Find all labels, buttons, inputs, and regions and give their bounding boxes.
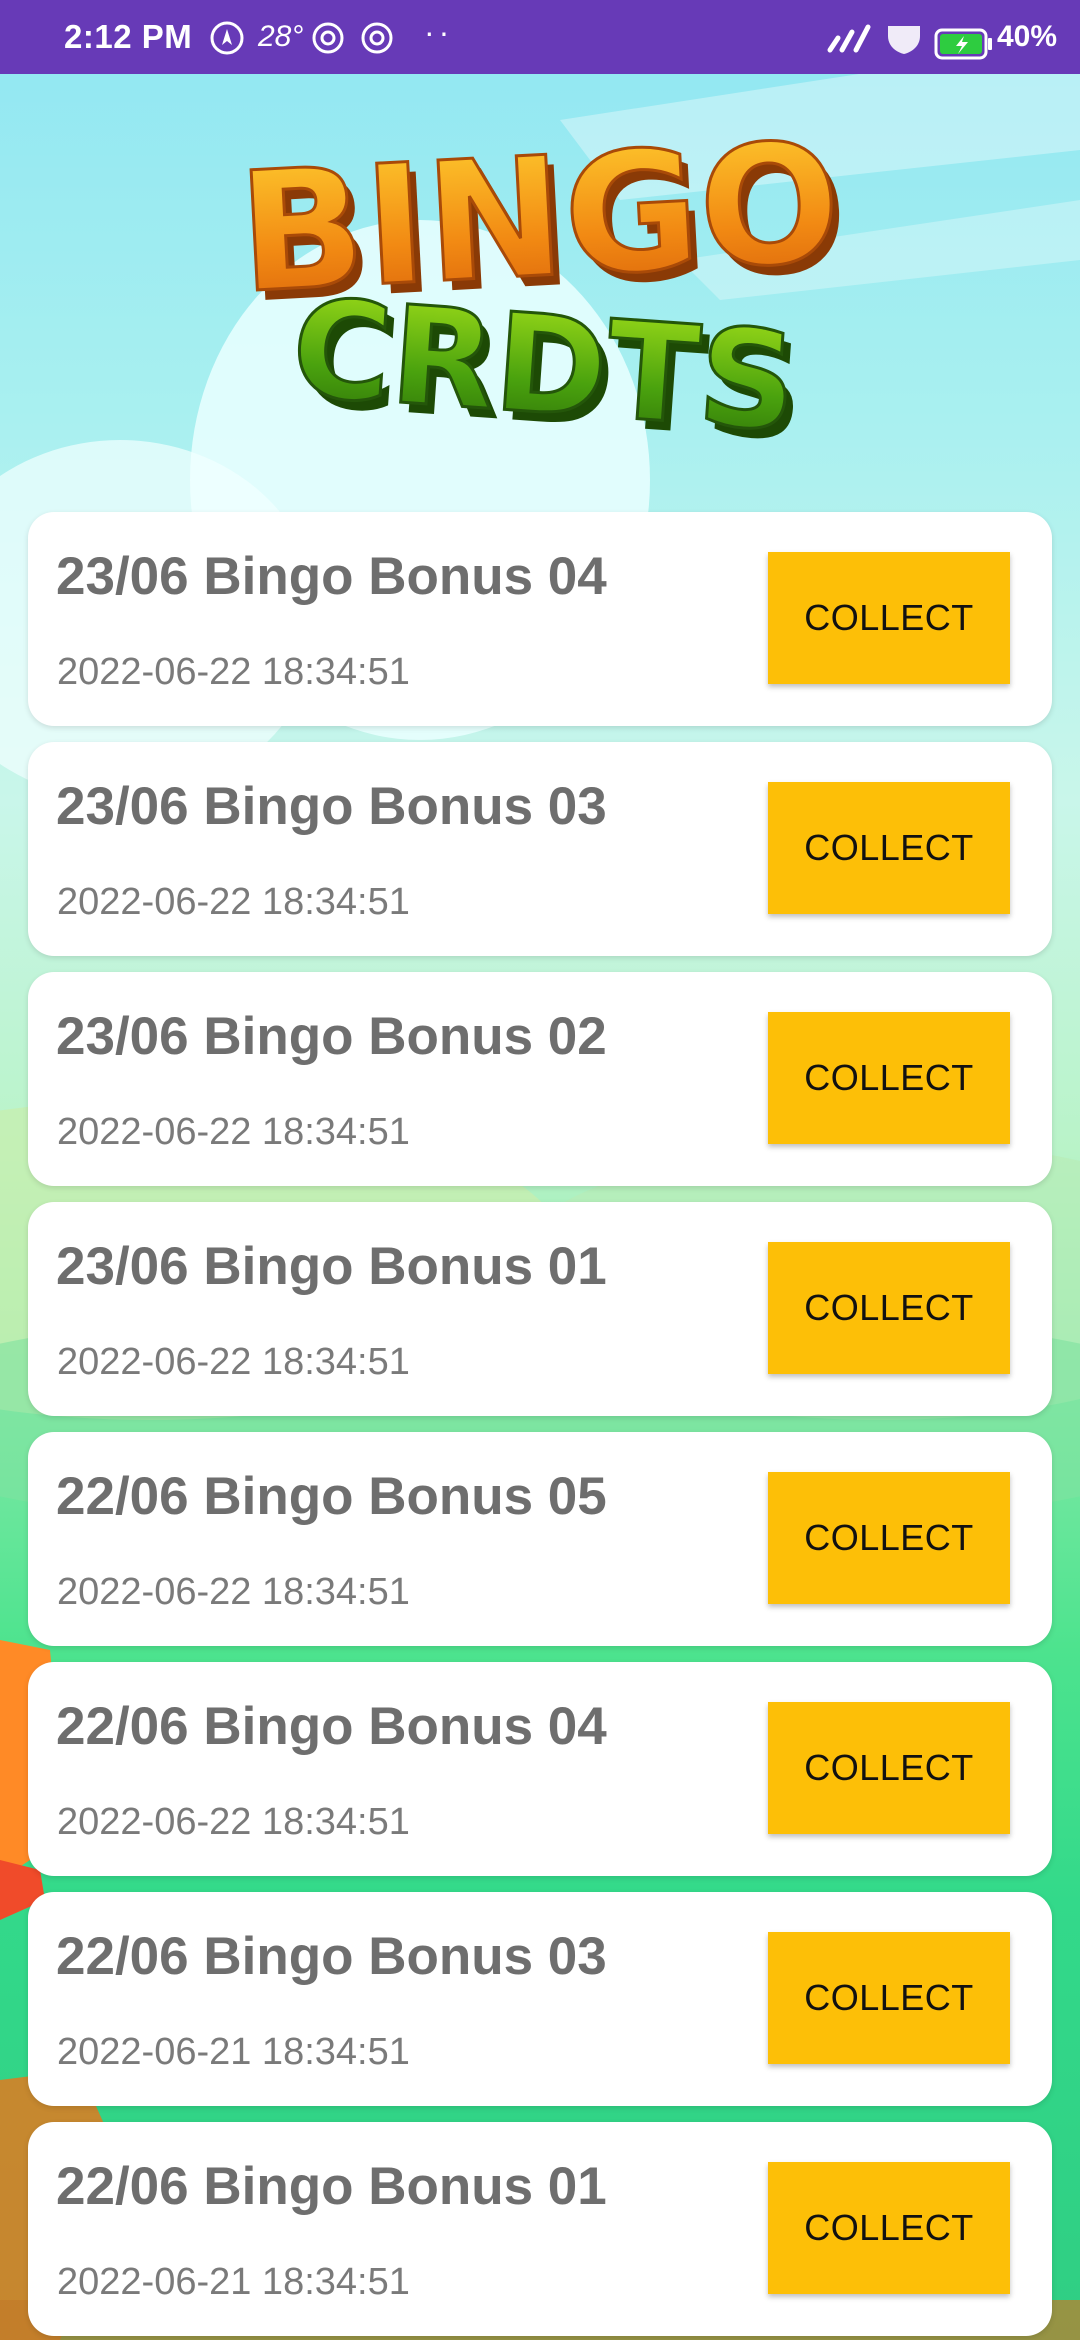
collect-button[interactable]: COLLECT [768, 1932, 1010, 2064]
reward-date: 2022-06-22 18:34:51 [57, 881, 410, 923]
reward-title: 22/06 Bingo Bonus 01 [56, 2157, 607, 2216]
reward-card: 23/06 Bingo Bonus 01 2022-06-22 18:34:51… [28, 1202, 1052, 1416]
status-temperature: 28° [258, 20, 304, 53]
reward-title: 22/06 Bingo Bonus 04 [56, 1697, 607, 1756]
reward-date: 2022-06-22 18:34:51 [57, 651, 410, 693]
reward-title: 23/06 Bingo Bonus 02 [56, 1007, 607, 1066]
collect-button[interactable]: COLLECT [768, 1012, 1010, 1144]
reward-date: 2022-06-22 18:34:51 [57, 1571, 410, 1613]
reward-card: 22/06 Bingo Bonus 01 2022-06-21 18:34:51… [28, 2122, 1052, 2336]
bingo-crdts-logo: BINGO BINGO CRDTS CRDTS [170, 100, 930, 472]
reward-date: 2022-06-22 18:34:51 [57, 1801, 410, 1843]
collect-button[interactable]: COLLECT [768, 1702, 1010, 1834]
reward-title: 22/06 Bingo Bonus 05 [56, 1467, 607, 1526]
navigation-icon [210, 21, 244, 60]
shield-icon [884, 22, 924, 61]
reward-title: 23/06 Bingo Bonus 01 [56, 1237, 607, 1296]
reward-card: 23/06 Bingo Bonus 04 2022-06-22 18:34:51… [28, 512, 1052, 726]
reward-title: 23/06 Bingo Bonus 03 [56, 777, 607, 836]
status-overflow: ·· [424, 14, 454, 50]
reward-title: 23/06 Bingo Bonus 04 [56, 547, 607, 606]
signal-icon [826, 24, 882, 59]
collect-button[interactable]: COLLECT [768, 1472, 1010, 1604]
status-time: 2:12 PM [64, 18, 193, 55]
collect-button[interactable]: COLLECT [768, 2162, 1010, 2294]
reward-card: 23/06 Bingo Bonus 03 2022-06-22 18:34:51… [28, 742, 1052, 956]
reward-card: 22/06 Bingo Bonus 04 2022-06-22 18:34:51… [28, 1662, 1052, 1876]
collect-button[interactable]: COLLECT [768, 552, 1010, 684]
reward-date: 2022-06-21 18:34:51 [57, 2031, 410, 2073]
reward-title: 22/06 Bingo Bonus 03 [56, 1927, 607, 1986]
collect-button[interactable]: COLLECT [768, 1242, 1010, 1374]
status-bar: 2:12 PM 28° ·· 40% [0, 0, 1080, 74]
at-sign-icon [311, 21, 345, 60]
reward-card: 22/06 Bingo Bonus 05 2022-06-22 18:34:51… [28, 1432, 1052, 1646]
reward-date: 2022-06-21 18:34:51 [57, 2261, 410, 2303]
battery-charging-icon [934, 28, 994, 65]
reward-card: 22/06 Bingo Bonus 03 2022-06-21 18:34:51… [28, 1892, 1052, 2106]
reward-date: 2022-06-22 18:34:51 [57, 1111, 410, 1153]
battery-percent: 40% [997, 20, 1058, 53]
reward-card: 23/06 Bingo Bonus 02 2022-06-22 18:34:51… [28, 972, 1052, 1186]
reward-date: 2022-06-22 18:34:51 [57, 1341, 410, 1383]
at-sign-icon [360, 21, 394, 60]
collect-button[interactable]: COLLECT [768, 782, 1010, 914]
